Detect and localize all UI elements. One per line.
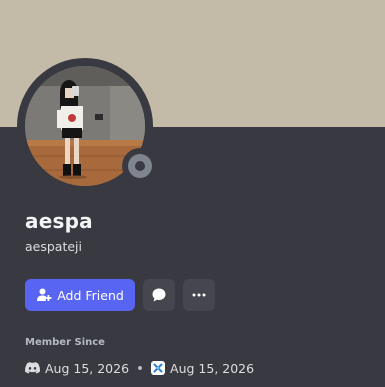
separator-dot: [138, 366, 143, 370]
username: aespateji: [25, 239, 82, 254]
member-since-row: Aug 15, 2026 Aug 15, 2026: [25, 359, 254, 377]
add-user-icon: [36, 287, 52, 303]
add-friend-label: Add Friend: [57, 287, 124, 303]
avatar-container[interactable]: [17, 58, 158, 194]
server-icon[interactable]: [151, 361, 166, 375]
more-options-button[interactable]: [183, 279, 215, 311]
ellipsis-icon: [191, 287, 207, 303]
discord-logo-icon: [25, 362, 40, 374]
display-name: aespa: [25, 209, 93, 233]
member-since-title: Member Since: [25, 337, 105, 348]
message-button[interactable]: [143, 279, 175, 311]
discord-member-since-date: Aug 15, 2026: [45, 360, 130, 376]
server-member-since-date: Aug 15, 2026: [170, 360, 255, 376]
add-friend-button[interactable]: Add Friend: [25, 279, 135, 311]
status-indicator-offline: [122, 148, 158, 184]
chat-bubble-icon: [151, 287, 167, 303]
offline-status-icon: [128, 154, 152, 178]
